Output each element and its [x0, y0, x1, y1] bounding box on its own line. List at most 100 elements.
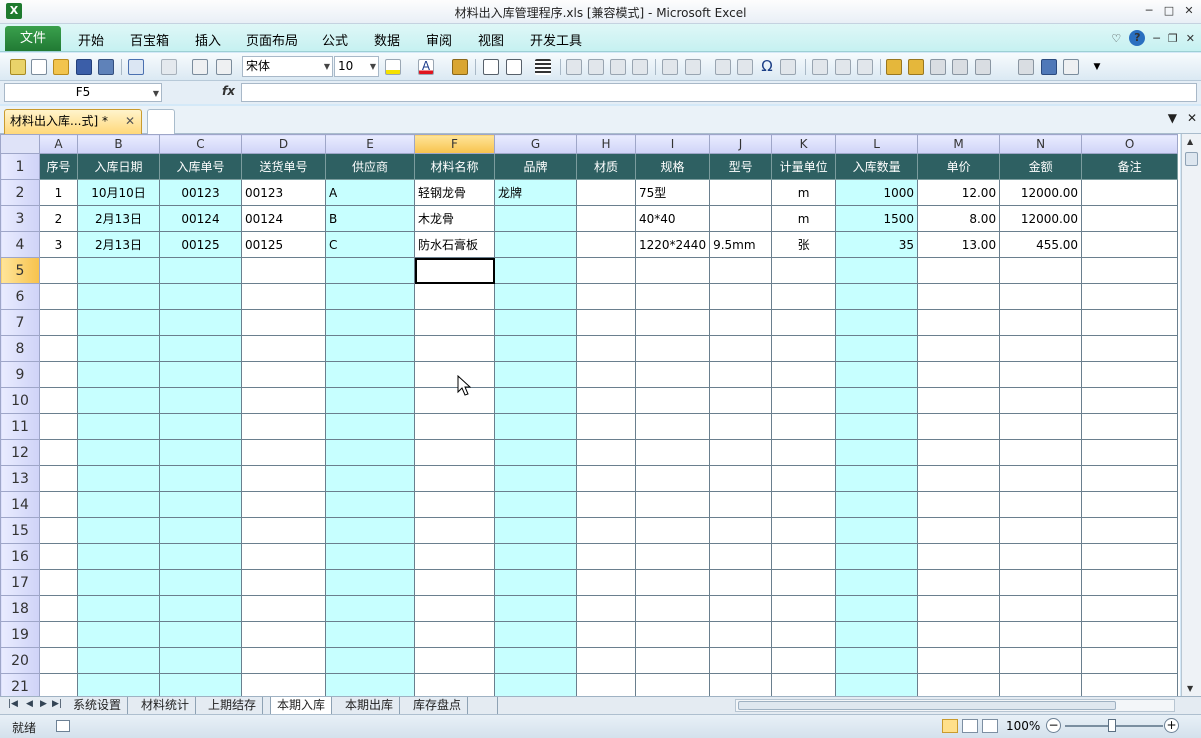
grid-cell[interactable] [771, 439, 837, 466]
grid-cell[interactable] [917, 439, 1001, 466]
sheet-tab-current-inbound[interactable]: 本期入库 [270, 697, 333, 714]
grid-cell[interactable]: 8.00 [917, 205, 1001, 232]
grid-cell[interactable] [1081, 491, 1179, 518]
grid-cell[interactable] [771, 465, 837, 492]
next-sheet-icon[interactable]: ▶ [40, 699, 47, 709]
save-as-icon[interactable] [98, 59, 114, 75]
column-header[interactable]: H [576, 134, 636, 154]
grid-cell[interactable] [999, 491, 1083, 518]
grid-cell[interactable] [159, 621, 242, 648]
grid-cell[interactable] [494, 335, 577, 362]
grid-cell[interactable]: m [771, 205, 837, 232]
normal-view-button[interactable] [942, 719, 958, 733]
minimize-button[interactable]: ─ [1141, 4, 1157, 18]
scroll-down-icon[interactable]: ▼ [1187, 684, 1193, 693]
column-header[interactable]: D [241, 134, 326, 154]
grid-cell[interactable] [494, 361, 577, 388]
grid-cell[interactable] [576, 673, 636, 696]
grid-cell[interactable] [39, 621, 78, 648]
grid-cell[interactable] [414, 439, 495, 466]
grid-cell[interactable]: 1 [39, 179, 78, 206]
grid-cell[interactable] [917, 361, 1001, 388]
grid-cell[interactable] [414, 673, 495, 696]
grid-cell[interactable] [835, 283, 919, 310]
grid-cell[interactable] [634, 335, 711, 362]
grid-cell[interactable] [634, 361, 711, 388]
grid-cell[interactable] [999, 543, 1083, 570]
grid-cell[interactable] [917, 387, 1001, 414]
grid-cell[interactable]: 3 [39, 231, 78, 258]
grid-cell[interactable] [917, 621, 1001, 648]
grid-cell[interactable] [1081, 673, 1179, 696]
row-header[interactable]: 21 [0, 673, 40, 696]
header-cell[interactable]: 规格 [634, 153, 711, 180]
header-cell[interactable]: 材质 [576, 153, 636, 180]
grid-cell[interactable]: 00125 [241, 231, 326, 258]
grid-cell[interactable] [1081, 205, 1179, 232]
grid-cell[interactable] [835, 595, 919, 622]
grid-cell[interactable] [77, 621, 160, 648]
grid-cell[interactable] [771, 543, 837, 570]
tab-home[interactable]: 开始 [78, 30, 104, 49]
window-icon[interactable] [1041, 59, 1057, 75]
grid-cell[interactable] [159, 465, 242, 492]
grid-cell[interactable] [494, 309, 577, 336]
list-icon[interactable] [952, 59, 968, 75]
column-header[interactable]: M [917, 134, 1001, 154]
image-icon[interactable] [662, 59, 678, 75]
grid-cell[interactable] [325, 413, 415, 440]
grid-cell[interactable] [634, 283, 711, 310]
grid-cell[interactable] [1081, 517, 1179, 544]
grid-cell[interactable]: 35 [835, 231, 919, 258]
camera-icon[interactable] [632, 59, 648, 75]
grid-cell[interactable] [835, 309, 919, 336]
grid-cell[interactable] [576, 257, 636, 284]
insert-column-icon[interactable] [588, 59, 604, 75]
grid-cell[interactable] [494, 647, 577, 674]
zoom-slider-thumb[interactable] [1108, 719, 1116, 732]
grid-cell[interactable]: 轻钢龙骨 [414, 179, 495, 206]
column-header[interactable]: G [494, 134, 577, 154]
grid-cell[interactable] [835, 413, 919, 440]
grid-cell[interactable] [159, 569, 242, 596]
grid-cell[interactable] [494, 283, 577, 310]
grid-cell[interactable]: 1220*2440 [634, 231, 711, 258]
grid-cell[interactable] [634, 673, 711, 696]
grid-cell[interactable] [835, 465, 919, 492]
grid-cell[interactable]: 2月13日 [77, 231, 160, 258]
grid-cell[interactable] [159, 491, 242, 518]
grid-cell[interactable] [709, 335, 773, 362]
grid-cell[interactable] [917, 283, 1001, 310]
grid-cell[interactable] [771, 595, 837, 622]
grid-cell[interactable]: 13.00 [917, 231, 1001, 258]
spreadsheet-grid[interactable]: ABCDEFGHIJKLMNO 1 序号 入库日期 入库单号 送货单号 供应商 材料名称 品牌… [0, 134, 1180, 696]
grid-cell[interactable] [835, 257, 919, 284]
grid-cell[interactable] [576, 283, 636, 310]
grid-cell[interactable] [634, 621, 711, 648]
grid-cell[interactable] [771, 647, 837, 674]
grid-cell[interactable] [999, 465, 1083, 492]
grid-cell[interactable] [917, 309, 1001, 336]
grid-cell[interactable] [576, 309, 636, 336]
font-color-icon[interactable]: A [418, 59, 434, 75]
grid-cell[interactable] [325, 491, 415, 518]
grid-cell[interactable] [494, 231, 577, 258]
grid-cell[interactable] [576, 621, 636, 648]
grid-cell[interactable] [325, 673, 415, 696]
grid-cell[interactable] [835, 361, 919, 388]
grid-cell[interactable] [39, 543, 78, 570]
grid-cell[interactable] [999, 621, 1083, 648]
grid-cell[interactable] [159, 361, 242, 388]
sheet-tab-system-settings[interactable]: 系统设置 [67, 697, 129, 714]
grid-cell[interactable] [325, 569, 415, 596]
grid-cell[interactable] [1081, 439, 1179, 466]
grid-cell[interactable] [1081, 543, 1179, 570]
grid-cell[interactable] [241, 673, 326, 696]
font-name-select[interactable]: 宋体 ▼ [242, 56, 333, 77]
delete-row-icon[interactable] [610, 59, 626, 75]
tab-toolbox[interactable]: 百宝箱 [130, 30, 169, 49]
grid-cell[interactable] [917, 257, 1001, 284]
grid-cell[interactable] [159, 595, 242, 622]
grid-cell[interactable] [634, 543, 711, 570]
grid-cell[interactable] [494, 387, 577, 414]
